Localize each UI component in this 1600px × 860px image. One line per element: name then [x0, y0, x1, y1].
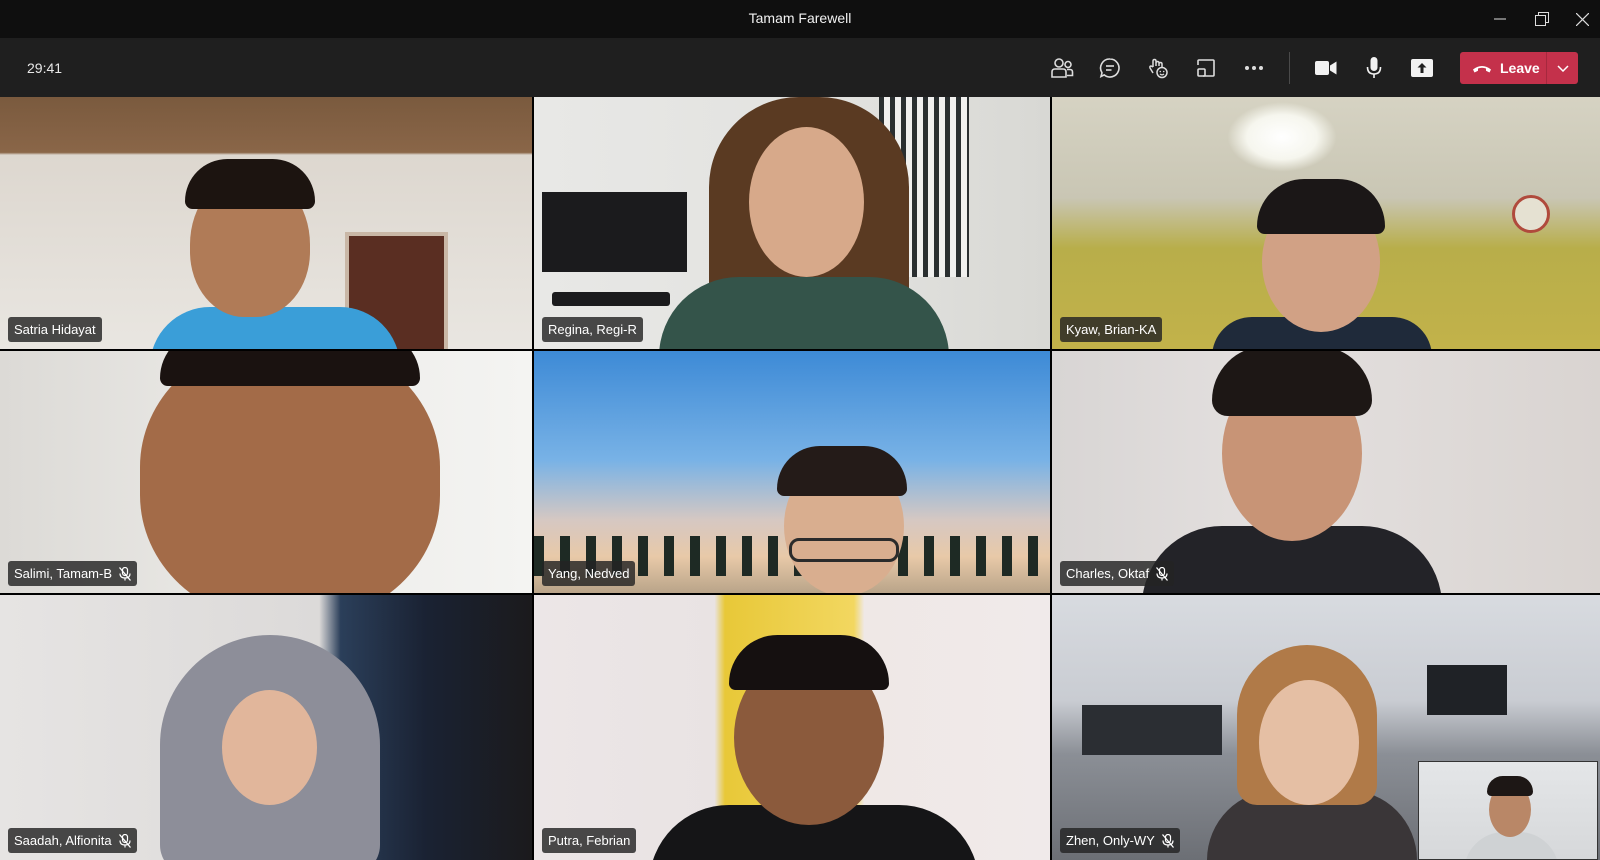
leave-button[interactable]: Leave	[1460, 52, 1546, 84]
mic-off-icon	[1156, 566, 1169, 581]
toolbar-divider	[1289, 52, 1290, 84]
mic-off-icon	[118, 833, 131, 848]
video-tile[interactable]: Saadah, Alfionita	[0, 595, 532, 860]
mic-icon	[1366, 57, 1382, 78]
meeting-toolbar: 29:41 Leave	[0, 38, 1600, 97]
participant-nameplate: Zhen, Only-WY	[1060, 828, 1180, 853]
participant-video	[759, 446, 959, 593]
phone-hangup-icon	[1473, 65, 1491, 72]
participant-nameplate: Putra, Febrian	[542, 828, 637, 853]
participant-nameplate: Yang, Nedved	[542, 561, 636, 586]
participant-name: Saadah, Alfionita	[14, 833, 112, 848]
participant-name: Kyaw, Brian-KA	[1066, 322, 1157, 337]
participant-name: Charles, Oktaf	[1066, 566, 1150, 581]
video-tile[interactable]: Zhen, Only-WY	[1052, 595, 1600, 860]
participant-video	[1207, 640, 1417, 860]
camera-button[interactable]	[1306, 48, 1346, 88]
chevron-down-icon	[1556, 64, 1569, 72]
participants-button[interactable]	[1042, 48, 1082, 88]
self-view[interactable]	[1418, 761, 1598, 860]
participant-nameplate: Kyaw, Brian-KA	[1060, 317, 1163, 342]
participant-nameplate: Charles, Oktaf	[1060, 561, 1175, 586]
video-tile[interactable]: Putra, Febrian	[534, 595, 1050, 860]
video-tile[interactable]: Satria Hidayat	[0, 97, 532, 349]
minimize-icon	[1494, 18, 1506, 20]
video-tile[interactable]: Yang, Nedved	[534, 351, 1050, 593]
video-tile[interactable]: Kyaw, Brian-KA	[1052, 97, 1600, 349]
leave-options-button[interactable]	[1547, 52, 1578, 84]
participant-video	[140, 635, 400, 860]
more-options-button[interactable]	[1234, 48, 1274, 88]
chat-icon	[1099, 58, 1120, 79]
participant-video	[659, 97, 959, 349]
participant-name: Zhen, Only-WY	[1066, 833, 1155, 848]
people-icon	[1051, 58, 1074, 78]
restore-button[interactable]	[1522, 0, 1562, 38]
participant-name: Satria Hidayat	[14, 322, 96, 337]
minimize-button[interactable]	[1480, 0, 1520, 38]
video-grid: Satria Hidayat Regina, Regi-R Kyaw, Bria…	[0, 97, 1600, 860]
participant-name: Salimi, Tamam-B	[14, 566, 113, 581]
participant-video	[1142, 351, 1452, 593]
more-icon	[1245, 66, 1263, 70]
share-screen-button[interactable]	[1402, 48, 1442, 88]
participant-nameplate: Satria Hidayat	[8, 317, 102, 342]
participant-name: Yang, Nedved	[548, 566, 630, 581]
microphone-button[interactable]	[1354, 48, 1394, 88]
chat-button[interactable]	[1090, 48, 1130, 88]
window-title: Tamam Farewell	[748, 10, 852, 26]
camera-icon	[1315, 61, 1337, 75]
participant-name: Putra, Febrian	[548, 833, 631, 848]
soundbar-background	[552, 292, 670, 306]
participant-nameplate: Saadah, Alfionita	[8, 828, 137, 853]
mic-off-icon	[119, 566, 132, 581]
office-monitors-background	[1082, 705, 1222, 755]
leave-label: Leave	[1500, 60, 1540, 76]
reactions-icon	[1149, 58, 1168, 79]
reactions-button[interactable]	[1138, 48, 1178, 88]
participant-name: Regina, Regi-R	[548, 322, 637, 337]
share-tray-button[interactable]	[1186, 48, 1226, 88]
wall-clock-background	[1512, 195, 1550, 233]
close-icon	[1575, 12, 1589, 26]
participant-nameplate: Salimi, Tamam-B	[8, 561, 138, 586]
ceiling-light-background	[1227, 102, 1337, 172]
mic-off-icon	[1161, 833, 1174, 848]
participant-video	[649, 635, 979, 860]
participant-video	[100, 351, 450, 593]
close-button[interactable]	[1562, 0, 1600, 38]
share-screen-icon	[1411, 59, 1433, 77]
participant-video	[150, 157, 410, 349]
video-tile[interactable]: Charles, Oktaf	[1052, 351, 1600, 593]
participant-video	[1202, 177, 1442, 349]
office-monitors-background	[1427, 665, 1507, 715]
title-bar: Tamam Farewell	[0, 0, 1600, 38]
self-view-hair	[1487, 776, 1533, 796]
video-tile[interactable]: Salimi, Tamam-B	[0, 351, 532, 593]
video-tile[interactable]: Regina, Regi-R	[534, 97, 1050, 349]
share-tray-icon	[1197, 59, 1215, 77]
participant-nameplate: Regina, Regi-R	[542, 317, 643, 342]
meeting-timer: 29:41	[27, 60, 63, 76]
leave-button-group: Leave	[1460, 52, 1578, 84]
restore-icon	[1535, 12, 1549, 26]
